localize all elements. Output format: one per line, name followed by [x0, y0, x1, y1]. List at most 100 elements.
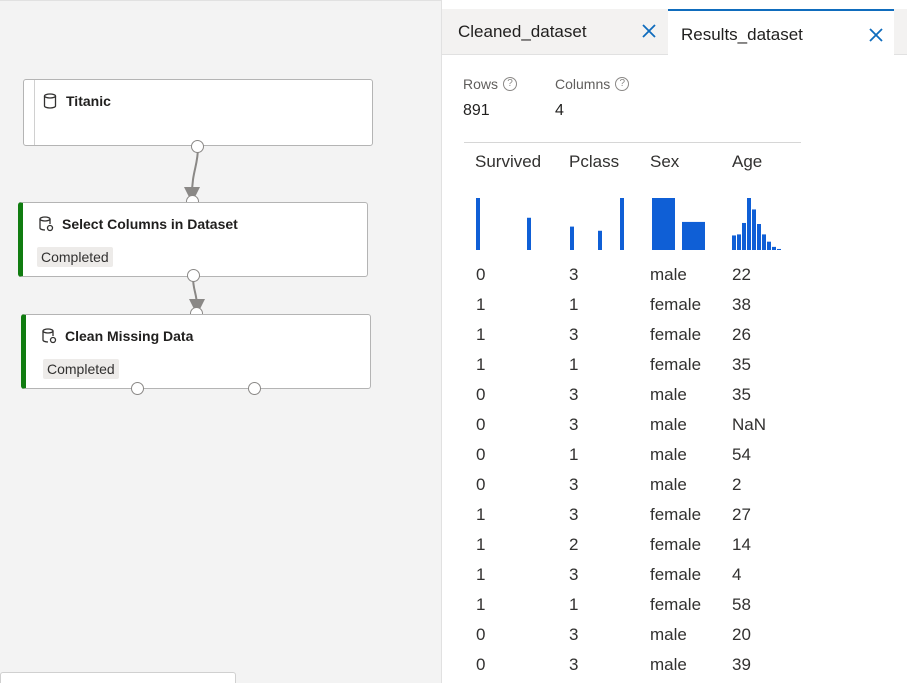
cell-survived: 1	[476, 355, 486, 374]
cell-survived: 1	[476, 565, 486, 584]
cell-age: 35	[732, 355, 751, 374]
histogram-sex-bar	[682, 221, 705, 250]
tab-results-dataset[interactable]: Results_dataset	[668, 9, 894, 56]
output-port[interactable]	[187, 269, 200, 282]
node-select-columns[interactable]: Select Columns in Dataset Completed	[18, 202, 368, 277]
histogram-age-bar	[747, 198, 751, 250]
cell-age: 58	[732, 595, 751, 614]
histogram-sex-bar	[652, 198, 675, 250]
table-row: 1 1 female 58	[442, 595, 907, 625]
cell-sex: male	[650, 445, 687, 464]
histogram-pclass-bar	[620, 198, 624, 250]
column-header-pclass[interactable]: Pclass	[569, 152, 619, 172]
divider	[464, 142, 801, 143]
cell-age: 22	[732, 265, 751, 284]
dataset-preview-panel: Cleaned_dataset Results_dataset Rows ? 8…	[441, 0, 907, 683]
column-header-sex[interactable]: Sex	[650, 152, 679, 172]
output-port[interactable]	[191, 140, 204, 153]
cell-survived: 0	[476, 655, 486, 674]
cell-sex: female	[650, 505, 702, 524]
cell-survived: 0	[476, 475, 486, 494]
cell-pclass: 3	[569, 655, 579, 674]
module-icon	[39, 216, 54, 232]
cell-survived: 1	[476, 325, 486, 344]
columns-stat: Columns ? 4	[555, 76, 630, 120]
tab-cleaned-dataset[interactable]: Cleaned_dataset	[445, 9, 667, 55]
cell-age: 38	[732, 295, 751, 314]
cell-sex: male	[650, 415, 687, 434]
cell-pclass: 3	[569, 565, 579, 584]
cell-pclass: 1	[569, 295, 579, 314]
cell-sex: female	[650, 325, 702, 344]
histogram-age-bar	[757, 224, 761, 250]
cell-pclass: 3	[569, 385, 579, 404]
node-titanic[interactable]: Titanic	[23, 79, 373, 146]
cell-sex: female	[650, 595, 702, 614]
close-icon[interactable]	[868, 27, 884, 43]
cell-sex: male	[650, 655, 687, 674]
column-header-age[interactable]: Age	[732, 152, 762, 172]
rows-value: 891	[463, 102, 490, 119]
table-row: 1 2 female 14	[442, 535, 907, 565]
canvas-toolbar[interactable]	[0, 672, 236, 683]
cell-pclass: 1	[569, 595, 579, 614]
cell-age: 35	[732, 385, 751, 404]
table-row: 0 3 male 2	[442, 475, 907, 505]
node-clean-missing-data[interactable]: Clean Missing Data Completed	[21, 314, 371, 389]
cell-sex: male	[650, 265, 687, 284]
histogram-age-bar	[742, 222, 746, 250]
cell-age: NaN	[732, 415, 767, 434]
histogram-age-bar	[772, 246, 776, 250]
cell-sex: male	[650, 625, 687, 644]
table-row: 0 3 male NaN	[442, 415, 907, 445]
node-accent-line	[34, 80, 35, 145]
cell-pclass: 3	[569, 415, 579, 434]
column-header-survived[interactable]: Survived	[475, 152, 541, 172]
help-icon[interactable]: ?	[503, 77, 518, 91]
output-port-cleaning-transform[interactable]	[248, 382, 261, 395]
cell-survived: 0	[476, 385, 486, 404]
status-badge: Completed	[37, 247, 113, 267]
cell-survived: 0	[476, 415, 486, 434]
cell-pclass: 2	[569, 535, 579, 554]
connector-titanic-to-select	[184, 146, 201, 203]
cell-age: 26	[732, 325, 751, 344]
cell-sex: male	[650, 385, 687, 404]
close-icon[interactable]	[641, 23, 657, 39]
cell-survived: 1	[476, 595, 486, 614]
cell-sex: female	[650, 355, 702, 374]
table-row: 1 1 female 35	[442, 355, 907, 385]
table-row: 1 1 female 38	[442, 295, 907, 325]
column-histograms	[476, 198, 781, 250]
columns-value: 4	[555, 102, 564, 119]
dataset-icon	[43, 93, 57, 109]
help-icon[interactable]: ?	[615, 77, 630, 91]
histogram-age-bar	[737, 234, 741, 250]
tab-label: Results_dataset	[681, 25, 803, 44]
histogram-pclass-bar	[570, 226, 574, 250]
histogram-age-bar	[762, 234, 766, 250]
cell-survived: 0	[476, 445, 486, 464]
table-row: 1 3 female 26	[442, 325, 907, 355]
cell-pclass: 3	[569, 325, 579, 344]
table-row: 0 1 male 54	[442, 445, 907, 475]
columns-label: Columns	[555, 76, 611, 92]
tab-bar: Cleaned_dataset Results_dataset	[442, 9, 907, 56]
table-row: 0 3 male 22	[442, 265, 907, 295]
histogram-pclass-bar	[598, 230, 602, 250]
rows-stat: Rows ? 891	[463, 76, 518, 120]
node-title: Clean Missing Data	[65, 328, 194, 344]
table-row: 0 3 male 35	[442, 385, 907, 415]
table-row: 0 3 male 20	[442, 625, 907, 655]
output-port-cleaned[interactable]	[131, 382, 144, 395]
cell-age: 2	[732, 475, 742, 494]
cell-pclass: 1	[569, 355, 579, 374]
cell-age: 14	[732, 535, 751, 554]
pipeline-canvas[interactable]: Titanic Select Columns in Dataset Comple…	[0, 0, 441, 683]
cell-pclass: 3	[569, 265, 579, 284]
table-row: 1 3 female 27	[442, 505, 907, 535]
histogram-age-bar	[777, 248, 781, 250]
table-row: 1 3 female 4	[442, 565, 907, 595]
cell-sex: female	[650, 535, 702, 554]
cell-age: 20	[732, 625, 751, 644]
